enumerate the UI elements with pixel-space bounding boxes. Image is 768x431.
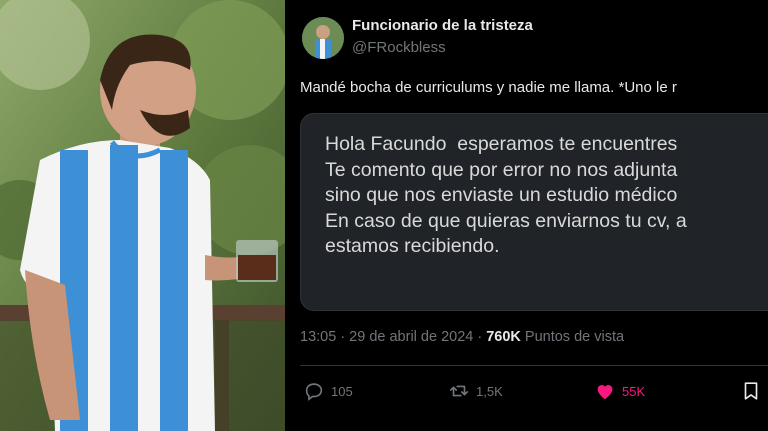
- user-handle[interactable]: @FRockbless: [352, 39, 446, 56]
- tweet: Funcionario de la tristeza @FRockbless M…: [285, 0, 768, 431]
- man-with-drink-image: [0, 0, 285, 431]
- message-text: Hola Facundo esperamos te encuentres Te c…: [325, 132, 687, 260]
- tweet-text: Mandé bocha de curriculums y nadie me ll…: [300, 79, 677, 96]
- view-count: 760K: [486, 329, 521, 345]
- message-line: Hola Facundo esperamos te encuentres: [325, 133, 678, 155]
- timestamp[interactable]: 13:05 · 29 de abril de 2024 ·: [300, 329, 486, 345]
- divider: [300, 365, 768, 366]
- message-line: estamos recibiendo.: [325, 235, 500, 258]
- retweet-count: 1,5K: [476, 383, 503, 399]
- like-count: 55K: [622, 383, 646, 399]
- message-line: Te comento que por error no nos adjunta: [325, 158, 678, 181]
- display-name[interactable]: Funcionario de la tristeza: [352, 17, 533, 34]
- tweet-meta: 13:05 · 29 de abril de 2024 · 760K Punto…: [300, 329, 624, 345]
- message-line: En caso de que quieras enviarnos tu cv, …: [325, 209, 687, 232]
- reply-count: 105: [331, 383, 353, 399]
- bookmark-icon: [744, 382, 758, 400]
- bookmark-button[interactable]: [740, 380, 768, 402]
- message-line: sino que nos enviaste un estudio médico: [325, 184, 678, 207]
- avatar-image: [302, 17, 344, 59]
- views-label: Puntos de vista: [520, 329, 625, 345]
- retweet-icon: [449, 385, 469, 397]
- like-button[interactable]: 55K: [594, 380, 645, 402]
- message-screenshot-card: Hola Facundo esperamos te encuentres Te c…: [300, 113, 768, 311]
- avatar[interactable]: [302, 17, 344, 59]
- reply-button[interactable]: 105: [303, 380, 353, 402]
- retweet-button[interactable]: 1,5K: [448, 380, 503, 402]
- heart-icon: [597, 385, 613, 400]
- reply-icon: [305, 383, 323, 401]
- profile-photo: [0, 0, 285, 431]
